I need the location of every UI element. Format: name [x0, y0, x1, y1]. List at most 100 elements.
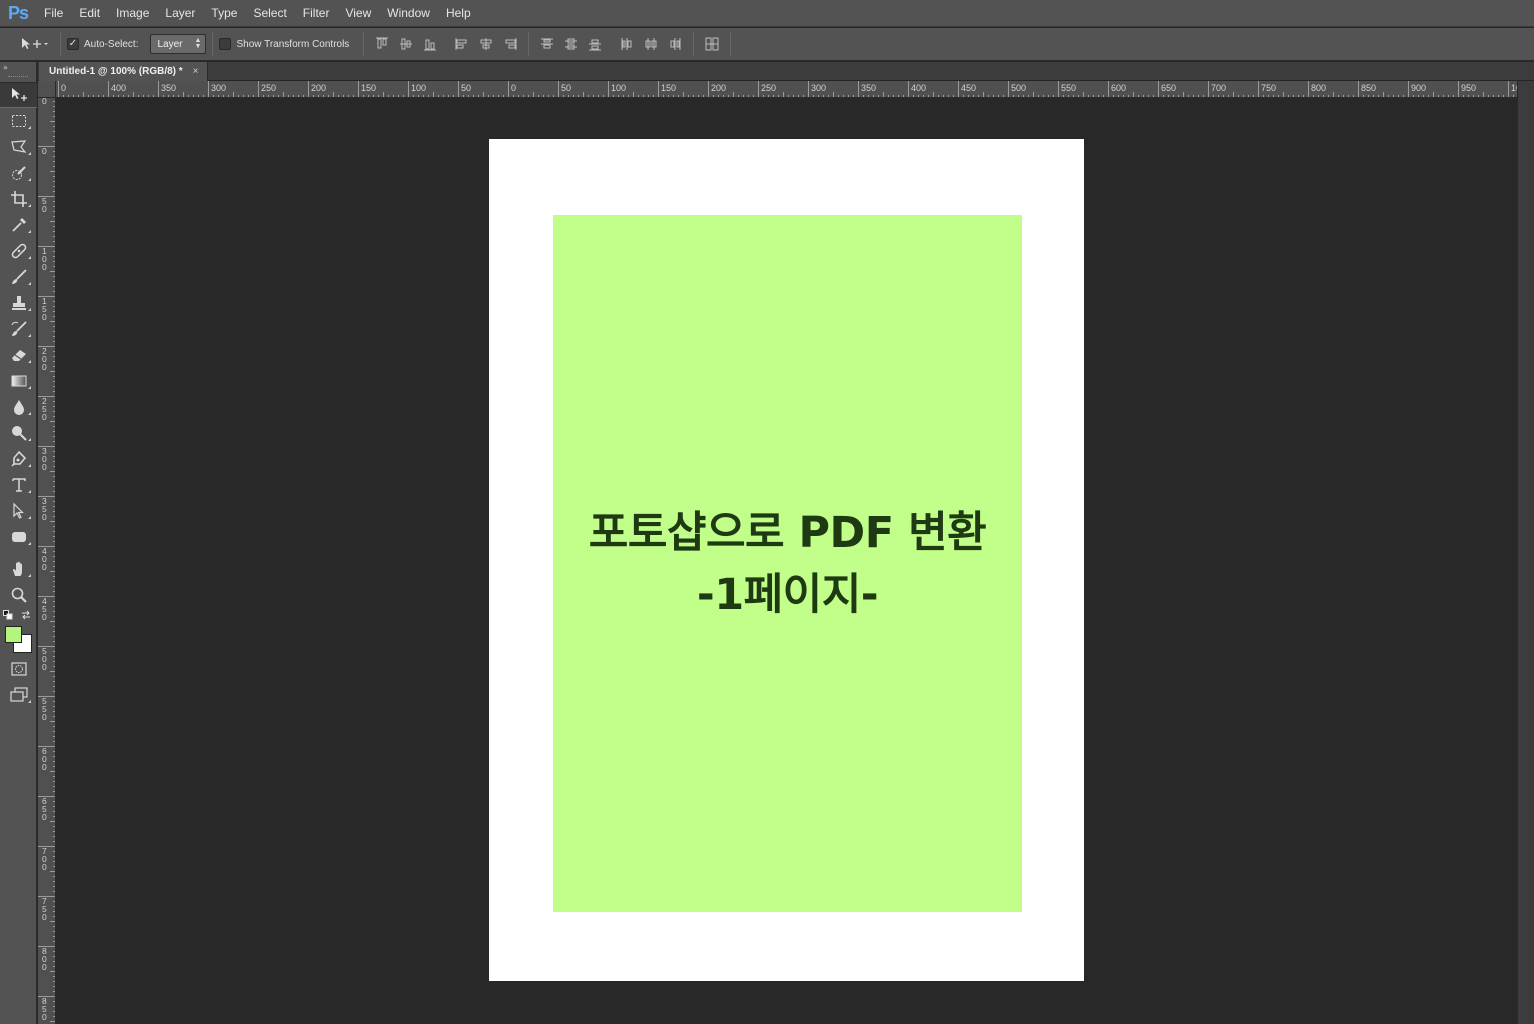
gradient-tool-icon — [11, 375, 26, 387]
show-transform-controls-checkbox[interactable] — [219, 38, 232, 50]
close-tab-icon[interactable]: × — [193, 66, 199, 77]
distribute-right-edges-icon[interactable] — [665, 34, 685, 54]
distribute-bottom-edges-icon[interactable] — [585, 34, 605, 54]
menu-file[interactable]: File — [36, 0, 71, 27]
tool-preset-picker[interactable] — [14, 32, 54, 56]
canvas-workspace[interactable]: 포토샵으로 PDF 변환 -1페이지- — [56, 98, 1517, 1024]
title-text-line-2[interactable]: -1페이지- — [697, 564, 879, 626]
dropdown-arrows-icon: ▲ ▼ — [194, 37, 202, 50]
document-tab[interactable]: Untitled-1 @ 100% (RGB/8) * × — [39, 62, 208, 81]
ruler-label: 100 — [611, 83, 626, 93]
color-controls-row — [0, 608, 36, 622]
menu-bar: Ps File Edit Image Layer Type Select Fil… — [0, 0, 1534, 27]
document-tab-title: Untitled-1 @ 100% (RGB/8) * — [49, 66, 183, 77]
ruler-label: 250 — [261, 83, 276, 93]
menu-type[interactable]: Type — [203, 0, 245, 27]
quick-mask-icon — [10, 662, 27, 676]
ruler-label: 150 — [42, 296, 47, 322]
foreground-color-swatch[interactable] — [5, 626, 22, 643]
document-tab-bar: Untitled-1 @ 100% (RGB/8) * × — [38, 62, 1534, 81]
align-horizontal-centers-icon[interactable] — [476, 34, 496, 54]
align-vertical-centers-icon[interactable] — [396, 34, 416, 54]
ruler-label: 150 — [661, 83, 676, 93]
marquee-tool-button[interactable] — [0, 108, 37, 134]
eyedropper-tool-icon — [11, 218, 26, 232]
align-bottom-edges-icon[interactable] — [420, 34, 440, 54]
ruler-origin[interactable] — [38, 81, 56, 98]
ruler-label: 800 — [42, 946, 47, 972]
move-tool-icon — [22, 38, 48, 49]
history-brush-tool-button[interactable] — [0, 316, 37, 342]
zoom-tool-button[interactable] — [0, 582, 37, 608]
move-tool-button[interactable] — [0, 82, 37, 108]
distribute-left-edges-icon[interactable] — [617, 34, 637, 54]
default-colors-icon[interactable] — [3, 610, 13, 620]
ruler-label: 250 — [42, 396, 47, 422]
menu-help[interactable]: Help — [438, 0, 479, 27]
crop-tool-icon — [10, 191, 27, 207]
ruler-label: 500 — [42, 646, 47, 672]
quick-selection-tool-button[interactable] — [0, 160, 37, 186]
blur-tool-button[interactable] — [0, 394, 37, 420]
ruler-label: 150 — [361, 83, 376, 93]
auto-select-checkbox[interactable]: ✓ — [67, 38, 79, 50]
lasso-tool-icon — [10, 140, 26, 153]
menu-layer[interactable]: Layer — [157, 0, 203, 27]
path-selection-tool-button[interactable] — [0, 498, 37, 524]
menu-window[interactable]: Window — [379, 0, 438, 27]
type-tool-button[interactable] — [0, 472, 37, 498]
ruler-label: 50 — [461, 83, 471, 93]
menu-filter[interactable]: Filter — [295, 0, 338, 27]
screen-mode-button[interactable] — [0, 682, 37, 708]
distribute-horizontal-centers-icon[interactable] — [641, 34, 661, 54]
ruler-label: 650 — [1161, 83, 1176, 93]
gradient-tool-button[interactable] — [0, 368, 37, 394]
lasso-tool-button[interactable] — [0, 134, 37, 160]
auto-align-layers-icon[interactable] — [702, 34, 722, 54]
green-rectangle-layer[interactable]: 포토샵으로 PDF 변환 -1페이지- — [553, 215, 1022, 912]
title-text-line-1[interactable]: 포토샵으로 PDF 변환 — [589, 502, 987, 564]
path-selection-tool-icon — [12, 502, 24, 519]
quick-mask-button[interactable] — [0, 656, 37, 682]
align-top-edges-icon[interactable] — [372, 34, 392, 54]
ruler-label: 100 — [42, 246, 47, 272]
separator — [693, 32, 695, 56]
vertical-ruler-ticks: 0 0 5 0 1 0 0 1 5 0 2 0 0 2 5 0 3 0 0 3 5 0 4 0 0 4 5 0 5 0 0 5 5 0 6 0 0 6 5 0… — [38, 98, 55, 1022]
ruler-label: 850 — [42, 996, 47, 1022]
menu-select[interactable]: Select — [245, 0, 294, 27]
vertical-scrollbar[interactable] — [1517, 81, 1534, 1024]
brush-tool-button[interactable] — [0, 264, 37, 290]
menu-view[interactable]: View — [337, 0, 379, 27]
horizontal-ruler[interactable]: 0 400 350 300 250 200 150 100 50 0 50 100 150 200 250 3… — [56, 81, 1517, 98]
pen-tool-button[interactable] — [0, 446, 37, 472]
clone-stamp-tool-icon — [11, 296, 26, 310]
menu-image[interactable]: Image — [108, 0, 157, 27]
ruler-label: 850 — [1361, 83, 1376, 93]
ruler-label: 350 — [42, 496, 47, 522]
ruler-label: 300 — [211, 83, 226, 93]
document-page[interactable]: 포토샵으로 PDF 변환 -1페이지- — [489, 139, 1084, 981]
align-left-edges-icon[interactable] — [452, 34, 472, 54]
swap-colors-icon[interactable] — [21, 610, 31, 620]
collapse-panel-icon[interactable]: » — [0, 62, 36, 76]
align-right-edges-icon[interactable] — [500, 34, 520, 54]
hand-tool-button[interactable] — [0, 556, 37, 582]
eraser-tool-button[interactable] — [0, 342, 37, 368]
ruler-label: 50 — [42, 196, 47, 214]
vertical-ruler[interactable]: 0 0 50 100 150 200 250 300 350 400 450 500 550 600 650… — [38, 98, 56, 1024]
crop-tool-button[interactable] — [0, 186, 37, 212]
ruler-label: 900 — [1411, 83, 1426, 93]
dodge-tool-button[interactable] — [0, 420, 37, 446]
shape-tool-icon — [11, 532, 26, 542]
distribute-vertical-centers-icon[interactable] — [561, 34, 581, 54]
color-swatches — [0, 622, 37, 656]
distribute-top-edges-icon[interactable] — [537, 34, 557, 54]
auto-select-target-dropdown[interactable]: Layer ▲ ▼ — [150, 34, 207, 54]
shape-tool-button[interactable] — [0, 524, 37, 550]
eyedropper-tool-button[interactable] — [0, 212, 37, 238]
menu-edit[interactable]: Edit — [71, 0, 108, 27]
healing-brush-tool-button[interactable] — [0, 238, 37, 264]
clone-stamp-tool-button[interactable] — [0, 290, 37, 316]
dodge-tool-icon — [11, 426, 27, 441]
horizontal-ruler-ticks: 0 400 350 300 250 200 150 100 50 0 50 100 150 200 250 3… — [58, 81, 1517, 97]
